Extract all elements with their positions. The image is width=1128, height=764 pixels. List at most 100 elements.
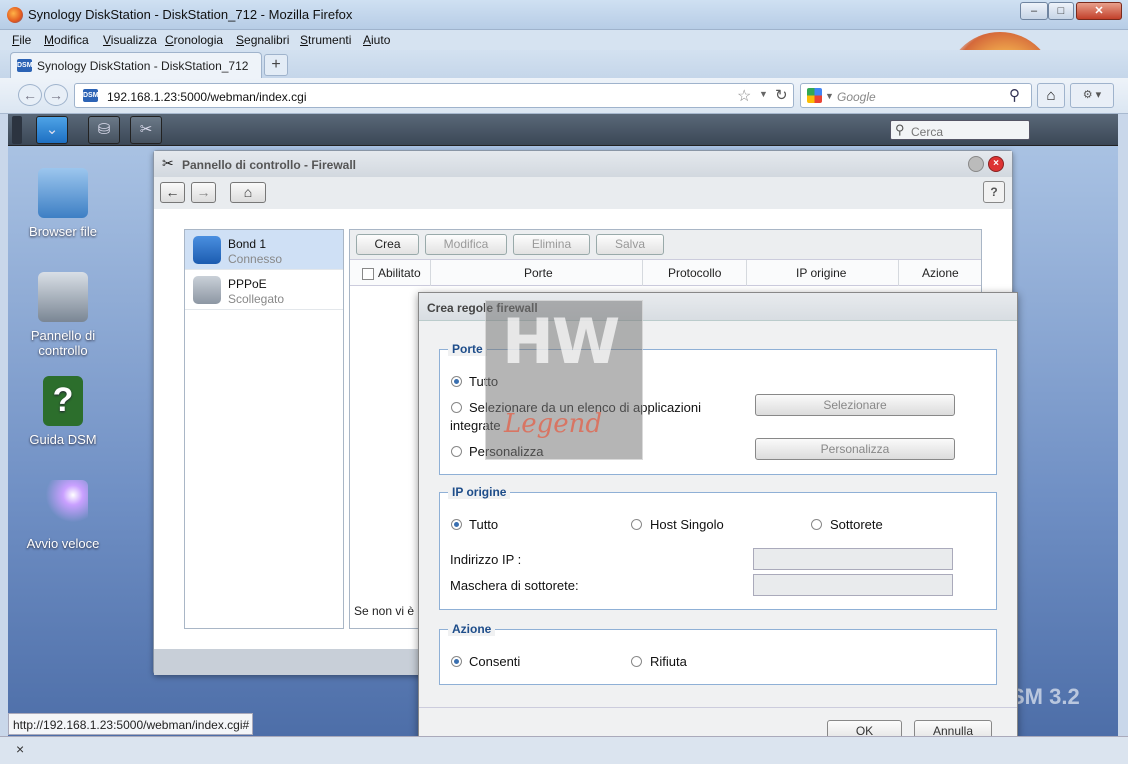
- selezionare-button[interactable]: Selezionare: [755, 394, 955, 416]
- tools-icon: [38, 272, 88, 322]
- url-dropdown-icon[interactable]: ▼: [759, 89, 768, 99]
- back-button[interactable]: ←: [160, 182, 185, 203]
- search-icon[interactable]: ⚲: [1009, 86, 1020, 104]
- dialog-divider: [419, 707, 1017, 708]
- interface-status: Scollegato: [228, 292, 285, 306]
- bookmark-star-icon[interactable]: ☆: [737, 86, 751, 106]
- watermark-hw: HW: [502, 305, 620, 378]
- ip-origine-fieldset: IP origine Tutto Host Singolo Sottorete …: [439, 485, 997, 610]
- forward-button[interactable]: →: [44, 84, 68, 106]
- dsm-taskbar: ⌄ ⛁ ✂ ⚲ Cerca: [8, 114, 1118, 146]
- search-bar[interactable]: ▼ Google ⚲: [800, 83, 1032, 108]
- forward-button[interactable]: →: [191, 182, 216, 203]
- salva-button[interactable]: Salva: [596, 234, 664, 255]
- menu-segnalibri[interactable]: Segnalibri: [236, 33, 289, 47]
- addon-bar-close-button[interactable]: ×: [16, 741, 24, 757]
- status-bar: http://192.168.1.23:5000/webman/index.cg…: [8, 713, 253, 735]
- column-header[interactable]: Azione: [922, 266, 959, 280]
- rules-toolbar: Crea Modifica Elimina Salva: [350, 230, 981, 260]
- ip-host-radio[interactable]: [631, 519, 642, 530]
- dsm-search-input[interactable]: ⚲ Cerca: [890, 120, 1030, 140]
- reload-icon[interactable]: ↻: [775, 86, 788, 104]
- desktop-icon-dsm-help[interactable]: ? Guida DSM: [8, 376, 118, 447]
- back-button[interactable]: ←: [18, 84, 42, 106]
- indirizzo-ip-input[interactable]: [753, 548, 953, 570]
- menu-visualizza[interactable]: Visualizza: [103, 33, 157, 47]
- tab-title: Synology DiskStation - DiskStation_712: [37, 59, 249, 73]
- watermark-legend: Legend: [504, 409, 603, 439]
- elimina-button[interactable]: Elimina: [513, 234, 590, 255]
- list-item-bond1[interactable]: Bond 1 Connesso: [185, 230, 343, 270]
- help-button[interactable]: ?: [983, 181, 1005, 203]
- menu-file[interactable]: File: [12, 33, 31, 47]
- dsm-main-menu-button[interactable]: ⌄: [36, 116, 68, 144]
- empty-rules-text: Se non vi è: [354, 604, 415, 618]
- google-icon[interactable]: [807, 88, 822, 103]
- hwlegend-watermark: HW Legend: [485, 300, 643, 460]
- crea-button[interactable]: Crea: [356, 234, 419, 255]
- porte-selezionare-radio[interactable]: [451, 402, 462, 413]
- column-header[interactable]: Protocollo: [668, 266, 721, 280]
- column-header[interactable]: Abilitato: [378, 266, 421, 280]
- azione-consenti-radio[interactable]: [451, 656, 462, 667]
- ip-tutto-radio[interactable]: [451, 519, 462, 530]
- home-button[interactable]: ⌂: [230, 182, 266, 203]
- select-all-checkbox[interactable]: [362, 268, 374, 280]
- desktop-icon-browser-file[interactable]: Browser file: [8, 168, 118, 239]
- new-tab-button[interactable]: +: [264, 54, 288, 76]
- menu-strumenti[interactable]: Strumenti: [300, 33, 351, 47]
- minimize-button[interactable]: –: [1020, 2, 1048, 20]
- control-panel-title: Pannello di controllo - Firewall: [182, 158, 357, 172]
- control-panel-taskbar-button[interactable]: ✂: [130, 116, 162, 144]
- list-item-pppoe[interactable]: PPPoE Scollegato: [185, 270, 343, 310]
- rules-table-header: Abilitato Porte Protocollo IP origine Az…: [350, 260, 981, 286]
- menu-aiuto[interactable]: Aiuto: [363, 33, 390, 47]
- control-panel-header: ✂ Pannello di controllo - Firewall ×: [154, 151, 1012, 177]
- radio-label: Rifiuta: [650, 654, 687, 669]
- tab-bar: DSM Synology DiskStation - DiskStation_7…: [0, 50, 1128, 78]
- close-window-button[interactable]: ✕: [1076, 2, 1122, 20]
- fieldset-legend: Azione: [448, 622, 496, 636]
- addon-button[interactable]: ⚙ ▾: [1070, 83, 1114, 108]
- menu-modifica[interactable]: Modifica: [44, 33, 89, 47]
- search-engine-dropdown-icon[interactable]: ▼: [825, 91, 834, 101]
- close-button[interactable]: ×: [988, 156, 1004, 172]
- azione-fieldset: Azione Consenti Rifiuta: [439, 622, 997, 685]
- minimize-button[interactable]: [968, 156, 984, 172]
- menu-bar: File Modifica Visualizza Cronologia Segn…: [0, 30, 1128, 50]
- personalizza-button[interactable]: Personalizza: [755, 438, 955, 460]
- menu-cronologia[interactable]: Cronologia: [165, 33, 223, 47]
- ip-sottorete-radio[interactable]: [811, 519, 822, 530]
- radio-label: Host Singolo: [650, 517, 724, 532]
- navigation-bar: ← → DSM 192.168.1.23:5000/webman/index.c…: [0, 78, 1128, 114]
- porte-tutto-radio[interactable]: [451, 376, 462, 387]
- maximize-button[interactable]: □: [1048, 2, 1074, 20]
- fieldset-legend: IP origine: [448, 485, 511, 499]
- tab-diskstation[interactable]: DSM Synology DiskStation - DiskStation_7…: [10, 52, 262, 78]
- column-header[interactable]: Porte: [524, 266, 553, 280]
- radio-label: Tutto: [469, 517, 499, 532]
- desktop-icon-quick-start[interactable]: Avvio veloce: [8, 480, 118, 551]
- modifica-button[interactable]: Modifica: [425, 234, 507, 255]
- desktop-icon-label: Browser file: [29, 224, 97, 239]
- folder-search-icon: [38, 168, 88, 218]
- search-icon: ⚲: [895, 122, 905, 137]
- pppoe-icon: [193, 276, 221, 304]
- window-titlebar: Synology DiskStation - DiskStation_712 -…: [0, 0, 1128, 30]
- desktop-icon-label: Avvio veloce: [26, 536, 100, 551]
- desktop-icon-control-panel[interactable]: Pannello di controllo: [8, 272, 118, 358]
- addon-bar: ×: [0, 736, 1128, 764]
- column-divider: [746, 260, 747, 286]
- azione-rifiuta-radio[interactable]: [631, 656, 642, 667]
- dsm-search-placeholder: Cerca: [911, 125, 944, 139]
- dsm-version-brand: SM 3.2: [1010, 684, 1080, 709]
- radio-label: Consenti: [469, 654, 521, 669]
- radio-label: Sottorete: [830, 517, 883, 532]
- column-header[interactable]: IP origine: [796, 266, 846, 280]
- home-button[interactable]: ⌂: [1037, 83, 1065, 108]
- storage-manager-button[interactable]: ⛁: [88, 116, 120, 144]
- porte-personalizza-radio[interactable]: [451, 446, 462, 457]
- site-favicon-icon: DSM: [83, 89, 99, 102]
- url-bar[interactable]: DSM 192.168.1.23:5000/webman/index.cgi ☆…: [74, 83, 794, 108]
- maschera-input[interactable]: [753, 574, 953, 596]
